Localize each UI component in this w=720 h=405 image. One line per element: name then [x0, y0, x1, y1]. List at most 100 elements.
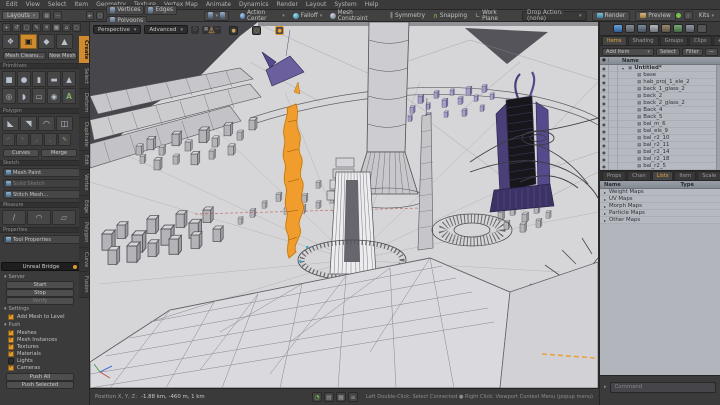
add-item-dropdown[interactable]: Add Item▾	[602, 48, 654, 56]
visibility-eye-icon[interactable]: ●	[600, 149, 609, 156]
visibility-column-icon[interactable]: ●	[600, 58, 609, 63]
render-toggle[interactable]	[609, 114, 618, 121]
stitch-mesh-button[interactable]: Stitch Mesh...	[3, 190, 83, 199]
panel-tab[interactable]: Groups	[660, 36, 689, 45]
measure-tool-icon[interactable]: ▱	[52, 210, 76, 225]
push-option-checkbox[interactable]: ✓Mesh Instances	[0, 336, 80, 343]
toolbox-tab[interactable]: Curve	[79, 248, 89, 272]
render-toggle[interactable]	[609, 128, 618, 135]
vertex-map-row[interactable]: ▸Particle Maps	[600, 210, 720, 217]
sketch-section-header[interactable]: Sketch	[0, 160, 80, 166]
visibility-eye-icon[interactable]: ●	[600, 156, 609, 163]
preview-button[interactable]: Preview	[635, 11, 676, 21]
falloff-button[interactable]: Falloff▾	[290, 11, 326, 21]
visibility-eye-icon[interactable]: ●	[600, 72, 609, 79]
start-button[interactable]: Start	[6, 281, 74, 289]
item-row[interactable]: ● ▦back_1_glass_2	[600, 86, 720, 93]
visibility-eye-icon[interactable]: ●	[600, 135, 609, 142]
push-option-checkbox[interactable]: ✓Cameras	[0, 364, 80, 371]
panel-tab[interactable]: Item	[674, 171, 696, 180]
ghost-mode-icon[interactable]: ○	[191, 26, 199, 34]
visibility-eye-icon[interactable]: ●	[600, 79, 609, 86]
drop-action-select[interactable]: Drop Action: (none)▾	[522, 11, 587, 21]
polygon-tool-icon[interactable]: ◠	[38, 116, 55, 131]
tool-icon[interactable]: ○	[72, 23, 81, 32]
push-all-button[interactable]: Push All	[6, 373, 74, 381]
polygon-section-header[interactable]: Polygon	[0, 108, 80, 114]
push-option-checkbox[interactable]: ✓Materials	[0, 350, 80, 357]
visibility-eye-icon[interactable]: ●	[600, 107, 609, 114]
vertex-map-row[interactable]: ▸Morph Maps	[600, 203, 720, 210]
primitive-icon[interactable]: ▭	[32, 88, 46, 104]
visibility-eye-icon[interactable]: ●	[600, 86, 609, 93]
split-view-icon[interactable]: ▦	[42, 11, 51, 20]
toolbox-tab[interactable]: Select	[79, 64, 89, 89]
push-option-checkbox[interactable]: ✓Textures	[0, 343, 80, 350]
layout-preset-icon[interactable]	[625, 24, 635, 33]
toolbox-tab[interactable]: Duplicate	[79, 118, 89, 152]
tool-icon[interactable]: ↺	[12, 23, 21, 32]
vertex-map-row[interactable]: ▸Weight Maps	[600, 189, 720, 196]
render-toggle[interactable]	[609, 72, 618, 79]
select-button[interactable]: Select	[656, 48, 680, 56]
visibility-eye-icon[interactable]: ●	[600, 142, 609, 149]
visibility-eye-icon[interactable]: ●	[600, 93, 609, 100]
panel-tab[interactable]: Items	[602, 36, 627, 45]
layout-preset-icon[interactable]	[637, 24, 647, 33]
viewport-3d-scene[interactable]	[90, 22, 598, 388]
toolbox-tab[interactable]: Edge	[79, 196, 89, 218]
snapping-button[interactable]: ∩Snapping	[430, 11, 470, 21]
curve-tool-icon[interactable]: ◟	[44, 133, 57, 146]
tool-icon[interactable]: ▲	[56, 34, 73, 49]
render-toggle[interactable]	[609, 86, 618, 93]
kits-button[interactable]: Kits▾	[696, 11, 717, 21]
3d-viewport[interactable]: Perspective▾ Advanced▾ ○ ▦ — ⚠ ● ○ ●	[90, 22, 598, 388]
active-locator-icon[interactable]: ●	[275, 26, 284, 35]
expand-icon[interactable]: ▸	[604, 204, 606, 209]
polygon-tool-icon[interactable]: ◥	[20, 116, 37, 131]
command-input[interactable]	[610, 382, 716, 393]
item-row[interactable]: ● ▦bal_r2_10	[600, 135, 720, 142]
visibility-eye-icon[interactable]: ●	[600, 128, 609, 135]
render-toggle[interactable]	[609, 163, 618, 170]
action-center-button[interactable]: Action Center▾	[237, 11, 288, 21]
measure-tool-icon[interactable]: ◠	[27, 210, 51, 225]
item-row[interactable]: ● ▦hab_proj_1_ele_2	[600, 79, 720, 86]
primitive-icon[interactable]: ◎	[2, 88, 16, 104]
viewport-camera-dropdown[interactable]: Perspective▾	[93, 25, 141, 34]
menu-icon[interactable]: ≡	[348, 392, 358, 402]
visibility-eye-icon[interactable]: ●	[600, 163, 609, 170]
tool-properties-button[interactable]: Tool Properties	[3, 235, 83, 244]
render-button[interactable]: Render	[592, 11, 631, 21]
menu-item[interactable]: View	[26, 0, 40, 9]
grid-icon[interactable]: ▦	[336, 392, 346, 402]
menu-item[interactable]: Select	[48, 0, 67, 9]
panel-tab[interactable]: +	[713, 36, 720, 45]
item-row[interactable]: ● ▦Back_5	[600, 114, 720, 121]
item-row[interactable]: ● ▦bal_r2_5	[600, 163, 720, 170]
polygon-tool-icon[interactable]: ◣	[2, 116, 19, 131]
primitive-icon[interactable]: ●	[17, 71, 31, 87]
properties-section-header[interactable]: Properties	[0, 227, 80, 233]
selection-mode-button[interactable]: Edges	[144, 5, 177, 15]
layout-switcher[interactable]: Layouts▾	[2, 11, 40, 20]
tool-icon[interactable]: ❖	[2, 34, 19, 49]
expand-icon[interactable]: ▸	[604, 190, 606, 195]
primitive-icon[interactable]: ▮	[32, 71, 46, 87]
measure-section-header[interactable]: Measure	[0, 202, 80, 208]
mesh-paint-button[interactable]: Mesh Paint	[3, 168, 83, 177]
expand-icon[interactable]: ▸	[604, 218, 606, 223]
tool-icon[interactable]: +	[2, 23, 11, 32]
push-section-header[interactable]: ▾Push	[0, 322, 80, 328]
primitive-icon[interactable]: ■	[2, 71, 16, 87]
merge-button[interactable]: Merge	[41, 149, 77, 157]
curves-button[interactable]: Curves	[3, 149, 39, 157]
magnifier-icon[interactable]: ⌕	[684, 11, 693, 20]
layout-preset-icon[interactable]	[697, 24, 707, 33]
panel-tab[interactable]: Clips	[689, 36, 712, 45]
warning-icon[interactable]: ⚠	[208, 27, 215, 35]
tool-icon[interactable]: ▦	[52, 23, 61, 32]
locator-icon[interactable]: ●	[229, 26, 238, 35]
lists-type-column[interactable]: Type	[680, 182, 720, 188]
layout-preset-icon[interactable]	[673, 24, 683, 33]
